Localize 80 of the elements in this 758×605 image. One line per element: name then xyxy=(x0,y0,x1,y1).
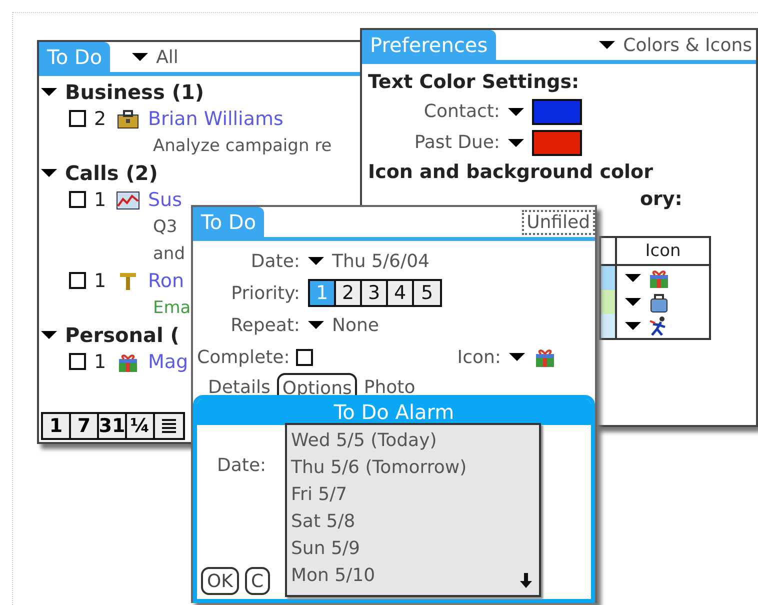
dropdown-arrow-icon[interactable] xyxy=(508,108,524,116)
task-title[interactable]: Sus xyxy=(148,188,182,210)
view-button[interactable]: 1 xyxy=(43,414,71,438)
category-label[interactable]: All xyxy=(156,46,178,68)
task-title[interactable]: Ron xyxy=(148,270,184,292)
dropdown-arrow-icon[interactable] xyxy=(509,353,525,361)
dialog-button[interactable]: OK xyxy=(201,567,239,595)
dropdown-arrow-icon[interactable] xyxy=(599,41,616,49)
list-item[interactable]: Thu 5/6 (Tomorrow) xyxy=(291,454,535,481)
category-label[interactable]: Unfiled xyxy=(522,210,595,234)
app-title: Preferences xyxy=(362,30,496,60)
view-button[interactable]: 31 xyxy=(99,414,127,438)
group-title[interactable]: Personal ( xyxy=(65,322,180,346)
checkbox[interactable] xyxy=(69,272,86,289)
column-header: Icon xyxy=(616,237,710,265)
checkbox[interactable] xyxy=(296,348,313,366)
priority-number: 1 xyxy=(94,270,108,292)
section-heading: Text Color Settings: xyxy=(368,70,580,95)
list-item[interactable]: Sat 5/8 xyxy=(291,508,535,535)
checkbox[interactable] xyxy=(69,353,86,370)
field-label: Date: xyxy=(217,455,266,476)
dropdown-arrow-icon[interactable] xyxy=(132,53,148,61)
dropdown-arrow-icon[interactable] xyxy=(308,257,324,265)
expand-arrow-icon[interactable] xyxy=(41,168,57,176)
app-title: To Do xyxy=(193,207,264,237)
briefcase-icon xyxy=(116,108,140,130)
field-label: Date: xyxy=(250,250,300,272)
field-label: Past Due: xyxy=(413,132,500,153)
task-title[interactable]: Mag xyxy=(148,350,188,372)
field-label: Repeat: xyxy=(230,314,300,336)
scroll-down-arrow-icon[interactable] xyxy=(519,573,533,589)
dialog-button[interactable]: C xyxy=(244,567,270,595)
list-item[interactable]: Fri 5/7 xyxy=(291,481,535,508)
priority-number: 2 xyxy=(94,108,108,130)
color-swatch[interactable] xyxy=(532,130,582,156)
task-title[interactable]: Brian Williams xyxy=(148,108,284,130)
view-button[interactable]: ¼ xyxy=(127,414,155,438)
section-heading: ory: xyxy=(640,187,684,212)
list-icon xyxy=(161,418,177,434)
dropdown-arrow-icon[interactable] xyxy=(625,298,641,306)
field-label: Contact: xyxy=(422,101,500,122)
task-note: Ema xyxy=(153,298,191,318)
category-label[interactable]: Colors & Icons xyxy=(623,34,752,56)
list-view-button[interactable] xyxy=(155,414,183,438)
checkbox[interactable] xyxy=(69,110,86,127)
field-label: Icon: xyxy=(457,346,501,368)
list-item[interactable]: Wed 5/5 (Today) xyxy=(291,427,535,454)
dropdown-arrow-icon[interactable] xyxy=(308,321,324,329)
date-value[interactable]: Thu 5/6/04 xyxy=(332,250,430,272)
expand-arrow-icon[interactable] xyxy=(41,88,57,96)
list-item[interactable]: Sun 5/9 xyxy=(291,535,535,562)
chart-icon xyxy=(116,188,140,210)
color-cell[interactable] xyxy=(600,314,616,339)
dropdown-arrow-icon[interactable] xyxy=(508,138,524,146)
color-cell[interactable] xyxy=(600,290,616,314)
priority-button[interactable]: 5 xyxy=(414,281,440,305)
field-label: Priority: xyxy=(230,282,300,304)
dropdown-arrow-icon[interactable] xyxy=(625,274,641,282)
repeat-value[interactable]: None xyxy=(332,314,379,336)
task-note: Q3 xyxy=(153,216,178,236)
color-cell[interactable] xyxy=(600,265,616,290)
app-title: To Do xyxy=(39,42,110,72)
checkbox[interactable] xyxy=(69,191,86,208)
field-label: Complete: xyxy=(197,346,290,368)
dialog-title: To Do Alarm xyxy=(197,399,591,425)
task-note: and xyxy=(153,244,185,264)
priority-button[interactable]: 2 xyxy=(336,281,362,305)
group-title[interactable]: Business (1) xyxy=(65,80,204,104)
view-button[interactable]: 7 xyxy=(71,414,99,438)
group-title[interactable]: Calls (2) xyxy=(65,160,158,184)
list-item[interactable]: Mon 5/10 xyxy=(291,562,535,589)
priority-number: 1 xyxy=(94,188,108,210)
task-note: Analyze campaign re xyxy=(153,136,332,156)
section-heading: Icon and background color xyxy=(368,160,654,185)
priority-number: 1 xyxy=(94,350,108,372)
dropdown-arrow-icon[interactable] xyxy=(625,322,641,330)
priority-button[interactable]: 3 xyxy=(362,281,388,305)
expand-arrow-icon[interactable] xyxy=(41,330,57,338)
color-swatch[interactable] xyxy=(532,98,582,124)
priority-button[interactable]: 4 xyxy=(388,281,414,305)
